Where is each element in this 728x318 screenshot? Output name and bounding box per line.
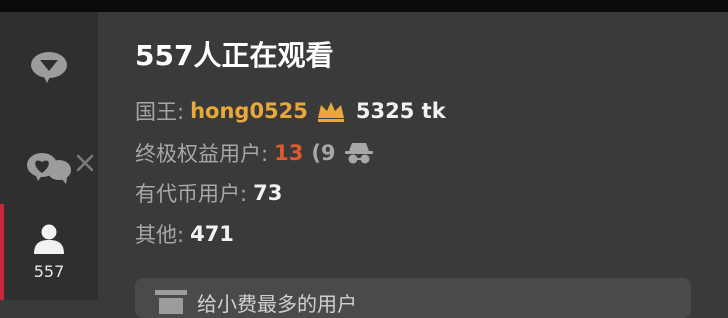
users-icon [34, 224, 64, 254]
viewers-title: 557人正在观看 [135, 39, 334, 72]
token-users-label: 有代币用户: [135, 182, 248, 206]
users-count: 557 [33, 262, 65, 281]
top-tippers-button[interactable]: 给小费最多的用户 [135, 278, 691, 318]
active-tab-indicator [0, 204, 4, 300]
ultimate-label: 终极权益用户: [135, 142, 269, 166]
top-bar [0, 0, 728, 12]
king-label: 国王: [135, 100, 185, 124]
ultimate-count: 13 [274, 141, 304, 165]
sidebar: 557 [0, 12, 98, 300]
podium-icon [155, 290, 187, 314]
king-tokens: 5325 tk [355, 99, 446, 123]
chat-tab[interactable] [0, 42, 98, 92]
king-row: 国王: hong0525 5325 tk [135, 96, 446, 126]
ultimate-hidden-count: (9 [311, 141, 336, 165]
other-label: 其他: [135, 223, 185, 247]
other-count: 471 [190, 222, 234, 246]
top-tippers-label: 给小费最多的用户 [197, 292, 357, 316]
crown-icon [317, 102, 344, 122]
token-users-row: 有代币用户: 73 [135, 178, 282, 208]
chat-icon [31, 52, 67, 83]
viewers-panel: 557人正在观看 国王: hong0525 5325 tk 终极权益用户: 13… [98, 12, 728, 318]
token-users-count: 73 [253, 181, 283, 205]
king-username[interactable]: hong0525 [190, 99, 308, 123]
ultimate-row: 终极权益用户: 13 (9 [135, 138, 374, 168]
close-icon[interactable] [76, 154, 94, 172]
other-users-row: 其他: 471 [135, 219, 234, 249]
incognito-icon [344, 143, 373, 164]
users-tab[interactable]: 557 [0, 204, 98, 300]
private-chat-tab[interactable] [0, 140, 98, 196]
private-chat-icon [27, 153, 71, 184]
